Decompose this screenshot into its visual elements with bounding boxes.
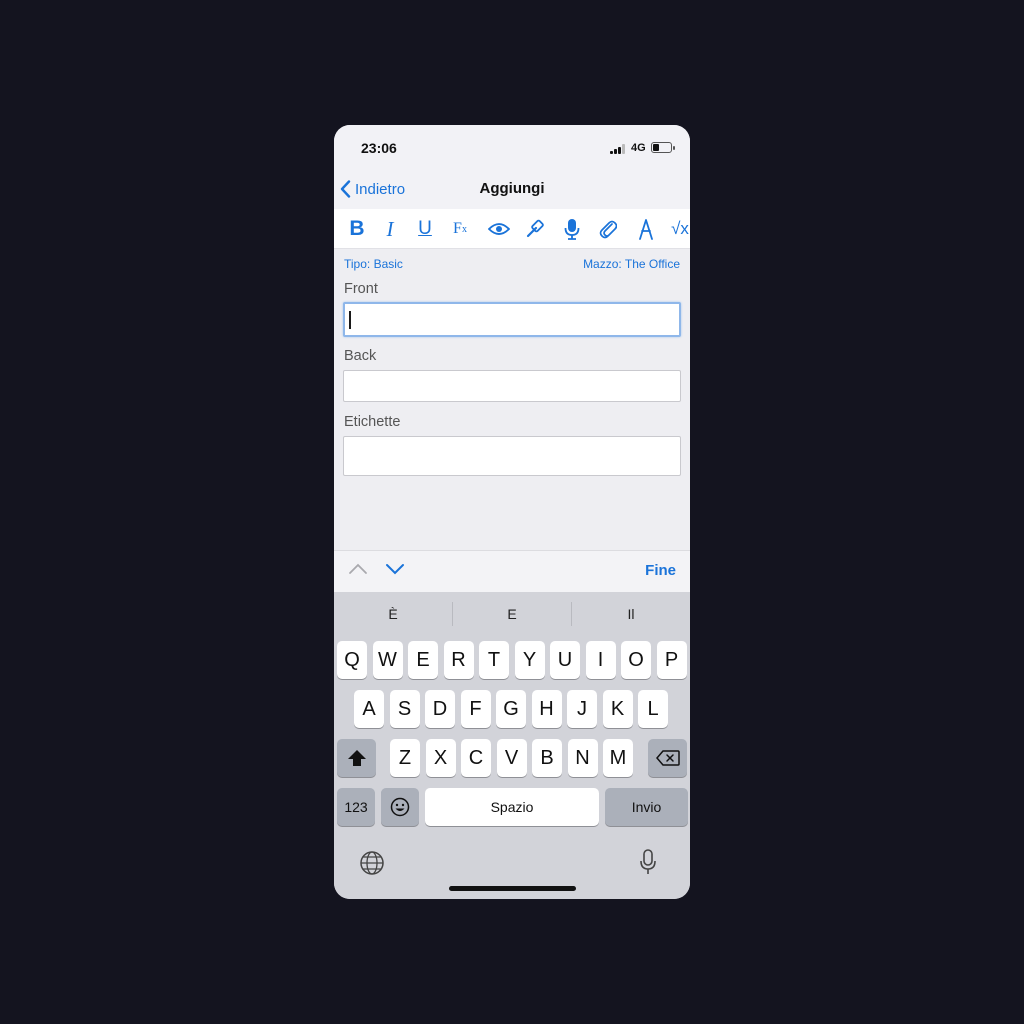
key-i[interactable]: I xyxy=(585,641,616,679)
signal-icon xyxy=(610,144,626,154)
backspace-icon xyxy=(655,750,680,766)
format-toolbar: B I U Fx √x xyxy=(334,209,690,249)
key-f[interactable]: F xyxy=(460,690,491,728)
clear-format-button[interactable]: Fx xyxy=(446,215,474,243)
underline-button[interactable]: U xyxy=(411,215,439,243)
shift-icon xyxy=(347,750,366,766)
draw-button[interactable] xyxy=(632,215,660,243)
key-q[interactable]: Q xyxy=(337,641,367,679)
italic-button[interactable]: I xyxy=(376,215,404,243)
tags-input[interactable] xyxy=(343,436,681,476)
deck-link[interactable]: Mazzo: The Office xyxy=(583,257,680,271)
key-w[interactable]: W xyxy=(372,641,403,679)
phone-screen: 23:06 4G Indietro Aggiungi B I U Fx √x T… xyxy=(334,125,690,899)
key-x[interactable]: X xyxy=(425,739,456,777)
note-meta: Tipo: Basic Mazzo: The Office xyxy=(334,249,690,279)
key-l[interactable]: L xyxy=(638,690,668,728)
key-o[interactable]: O xyxy=(621,641,651,679)
status-bar: 23:06 4G xyxy=(334,125,690,171)
note-type-link[interactable]: Tipo: Basic xyxy=(344,257,403,271)
front-input[interactable] xyxy=(343,302,681,337)
tags-label: Etichette xyxy=(344,414,401,430)
emoji-icon xyxy=(390,797,410,817)
suggestion-1[interactable]: È xyxy=(334,592,452,636)
hammer-icon xyxy=(526,219,544,238)
paperclip-icon xyxy=(599,220,617,239)
battery-icon xyxy=(651,142,675,153)
compass-icon xyxy=(639,219,653,240)
space-key[interactable]: Spazio xyxy=(425,788,599,826)
navigation-bar: Indietro Aggiungi xyxy=(334,171,690,209)
key-m[interactable]: M xyxy=(603,739,633,777)
key-e[interactable]: E xyxy=(408,641,438,679)
key-g[interactable]: G xyxy=(496,690,526,728)
keyboard: È E Il QWERTYUIOP ASDFGHJKL ZXCVBNM 123 … xyxy=(334,592,690,899)
page-title: Aggiungi xyxy=(479,180,545,197)
math-button[interactable]: √x xyxy=(666,215,690,243)
microphone-icon xyxy=(564,219,580,240)
clear-format-sub: x xyxy=(461,223,467,235)
back-label: Back xyxy=(344,348,377,364)
key-y[interactable]: Y xyxy=(514,641,545,679)
key-v[interactable]: V xyxy=(496,739,527,777)
return-key[interactable]: Invio xyxy=(605,788,688,826)
keyboard-accessory-bar: Fine xyxy=(334,550,690,592)
backspace-key[interactable] xyxy=(648,739,687,777)
numbers-key[interactable]: 123 xyxy=(337,788,375,826)
text-caret xyxy=(349,311,351,329)
dictation-mic-icon[interactable] xyxy=(639,848,657,876)
battery-fill xyxy=(653,144,659,151)
suggestion-3[interactable]: Il xyxy=(572,592,690,636)
eye-icon xyxy=(488,223,510,235)
suggestion-2[interactable]: E xyxy=(453,592,571,636)
network-label: 4G xyxy=(631,142,646,154)
bold-button[interactable]: B xyxy=(343,215,371,243)
attach-button[interactable] xyxy=(594,215,622,243)
key-n[interactable]: N xyxy=(567,739,598,777)
key-p[interactable]: P xyxy=(656,641,687,679)
clear-format-label: F xyxy=(453,220,462,237)
key-t[interactable]: T xyxy=(479,641,509,679)
status-time: 23:06 xyxy=(361,140,397,156)
emoji-key[interactable] xyxy=(381,788,419,826)
done-button[interactable]: Fine xyxy=(645,562,676,579)
chevron-down-icon[interactable] xyxy=(385,562,405,576)
key-a[interactable]: A xyxy=(354,690,384,728)
shift-key[interactable] xyxy=(337,739,376,777)
key-s[interactable]: S xyxy=(389,690,420,728)
cloze-button[interactable] xyxy=(521,215,549,243)
key-k[interactable]: K xyxy=(602,690,633,728)
key-h[interactable]: H xyxy=(531,690,562,728)
back-input[interactable] xyxy=(343,370,681,402)
chevron-up-icon[interactable] xyxy=(348,562,368,576)
home-indicator xyxy=(449,886,576,891)
key-u[interactable]: U xyxy=(550,641,580,679)
record-button[interactable] xyxy=(558,215,586,243)
globe-icon[interactable] xyxy=(359,850,385,876)
key-j[interactable]: J xyxy=(567,690,597,728)
key-z[interactable]: Z xyxy=(390,739,420,777)
key-c[interactable]: C xyxy=(461,739,491,777)
front-label: Front xyxy=(344,281,378,297)
preview-button[interactable] xyxy=(485,215,513,243)
key-d[interactable]: D xyxy=(425,690,455,728)
key-r[interactable]: R xyxy=(443,641,474,679)
key-b[interactable]: B xyxy=(532,739,562,777)
